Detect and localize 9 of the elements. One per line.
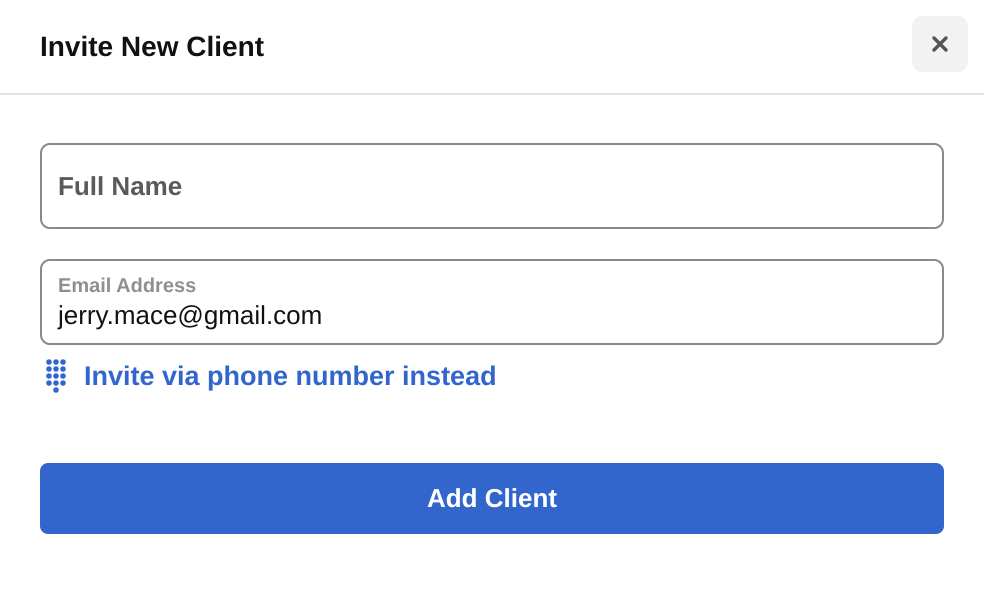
dialog-title: Invite New Client bbox=[40, 30, 264, 62]
phone-invite-link[interactable]: Invite via phone number instead bbox=[40, 359, 497, 393]
close-icon bbox=[931, 34, 949, 52]
field-label: Email Address bbox=[58, 274, 198, 298]
email-field[interactable]: Email Address jerry.mace@gmail.com bbox=[40, 259, 944, 345]
close-button[interactable] bbox=[912, 16, 968, 72]
add-client-button[interactable]: Add Client bbox=[40, 463, 944, 534]
name-field[interactable]: Full Name bbox=[40, 143, 944, 229]
field-value: jerry.mace@gmail.com bbox=[58, 298, 324, 332]
